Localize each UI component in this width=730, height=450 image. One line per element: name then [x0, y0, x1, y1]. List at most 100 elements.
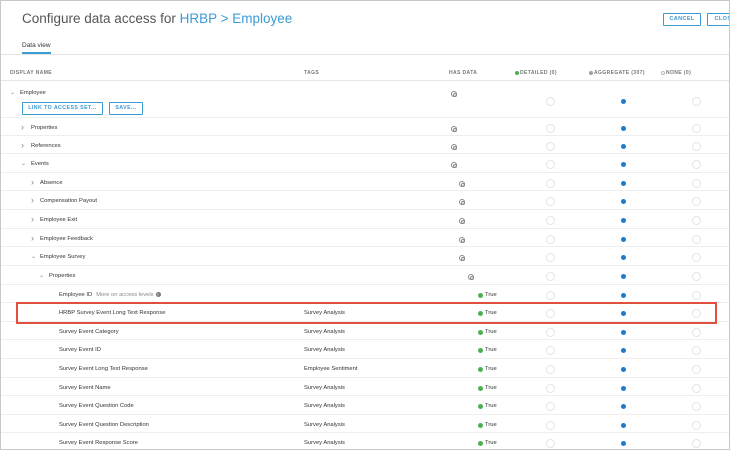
radio-none[interactable] — [692, 160, 701, 169]
radio-none[interactable] — [692, 384, 701, 393]
col-aggregate[interactable]: AGGREGATE (307) — [589, 70, 645, 76]
row-label-text: Absence — [40, 180, 63, 186]
help-icon[interactable]: ? — [155, 292, 161, 297]
radio-aggregate[interactable] — [619, 160, 628, 169]
tab-data-view[interactable]: Data view — [22, 42, 51, 54]
radio-aggregate[interactable] — [619, 97, 628, 106]
radio-detailed[interactable] — [546, 124, 555, 133]
has-data-icon — [468, 274, 474, 280]
radio-none[interactable] — [692, 253, 701, 262]
row-label: Properties — [31, 125, 57, 131]
radio-detailed[interactable] — [546, 291, 555, 300]
radio-detailed[interactable] — [546, 253, 555, 262]
col-aggregate-label: AGGREGATE (307) — [594, 70, 645, 76]
chevron-right-icon[interactable]: › — [31, 196, 34, 205]
radio-aggregate[interactable] — [619, 402, 628, 411]
chevron-right-icon[interactable]: › — [31, 178, 34, 187]
radio-detailed[interactable] — [546, 179, 555, 188]
table-row: › Properties — [1, 118, 729, 136]
radio-none[interactable] — [692, 197, 701, 206]
radio-aggregate[interactable] — [619, 384, 628, 393]
radio-aggregate[interactable] — [619, 291, 628, 300]
radio-detailed[interactable] — [546, 328, 555, 337]
radio-aggregate[interactable] — [619, 197, 628, 206]
radio-aggregate[interactable] — [619, 124, 628, 133]
chevron-down-icon[interactable]: ⌄ — [21, 160, 26, 168]
row-label-text: Survey Event Name — [59, 385, 111, 391]
has-data-icon — [451, 91, 457, 97]
table-row: ⌄ Events — [1, 154, 729, 173]
true-status-dot-icon — [478, 367, 483, 372]
radio-aggregate[interactable] — [619, 272, 628, 281]
radio-detailed[interactable] — [546, 439, 555, 448]
save-button[interactable]: SAVE... — [109, 102, 143, 115]
row-label-text: Events — [31, 161, 49, 167]
radio-none[interactable] — [692, 216, 701, 225]
radio-none[interactable] — [692, 97, 701, 106]
radio-aggregate[interactable] — [619, 365, 628, 374]
chevron-right-icon[interactable]: › — [21, 141, 24, 150]
radio-none[interactable] — [692, 439, 701, 448]
chevron-down-icon[interactable]: ⌄ — [10, 89, 15, 97]
radio-none[interactable] — [692, 142, 701, 151]
radio-none[interactable] — [692, 328, 701, 337]
radio-aggregate[interactable] — [619, 346, 628, 355]
radio-detailed[interactable] — [546, 235, 555, 244]
row-label-text: Survey Event Response Score — [59, 440, 138, 446]
radio-aggregate[interactable] — [619, 179, 628, 188]
radio-detailed[interactable] — [546, 160, 555, 169]
has-data-value: True — [485, 347, 497, 353]
close-button[interactable]: CLOSE — [707, 13, 729, 26]
col-detailed-label: DETAILED (0) — [520, 70, 557, 76]
col-has-data[interactable]: HAS DATA — [449, 70, 477, 76]
col-display-name[interactable]: DISPLAY NAME — [10, 70, 52, 76]
title-link[interactable]: HRBP > Employee — [180, 11, 293, 26]
radio-none[interactable] — [692, 365, 701, 374]
radio-none[interactable] — [692, 179, 701, 188]
table-row: Survey Event Question Description Survey … — [1, 415, 729, 433]
row-label: Employee Exit — [40, 217, 77, 223]
radio-aggregate[interactable] — [619, 421, 628, 430]
radio-aggregate[interactable] — [619, 142, 628, 151]
radio-detailed[interactable] — [546, 384, 555, 393]
radio-none[interactable] — [692, 291, 701, 300]
radio-none[interactable] — [692, 124, 701, 133]
radio-detailed[interactable] — [546, 346, 555, 355]
radio-detailed[interactable] — [546, 365, 555, 374]
link-to-access-set-button[interactable]: LINK TO ACCESS SET... — [22, 102, 103, 115]
radio-detailed[interactable] — [546, 272, 555, 281]
radio-none[interactable] — [692, 421, 701, 430]
chevron-down-icon[interactable]: ⌄ — [39, 272, 44, 280]
radio-detailed[interactable] — [546, 402, 555, 411]
radio-detailed[interactable] — [546, 97, 555, 106]
radio-aggregate[interactable] — [619, 216, 628, 225]
row-label: Survey Event Long Text Response — [59, 366, 148, 372]
radio-none[interactable] — [692, 346, 701, 355]
radio-aggregate[interactable] — [619, 235, 628, 244]
chevron-down-icon[interactable]: ⌄ — [31, 253, 36, 261]
radio-aggregate[interactable] — [619, 253, 628, 262]
chevron-right-icon[interactable]: › — [31, 234, 34, 243]
row-tag: Survey Analysis — [304, 403, 345, 409]
radio-detailed[interactable] — [546, 421, 555, 430]
col-detailed[interactable]: DETAILED (0) — [515, 70, 557, 76]
row-tag: Survey Analysis — [304, 385, 345, 391]
chevron-right-icon[interactable]: › — [21, 123, 24, 132]
radio-detailed[interactable] — [546, 216, 555, 225]
radio-none[interactable] — [692, 272, 701, 281]
chevron-right-icon[interactable]: › — [31, 215, 34, 224]
col-tags[interactable]: TAGS — [304, 70, 319, 76]
row-label: Employee ID More on access levels? — [59, 292, 161, 298]
cancel-button[interactable]: CANCEL — [663, 13, 701, 26]
col-none[interactable]: NONE (0) — [661, 70, 691, 76]
radio-aggregate[interactable] — [619, 439, 628, 448]
radio-detailed[interactable] — [546, 197, 555, 206]
access-levels-link[interactable]: More on access levels — [96, 292, 153, 298]
has-data-icon — [459, 237, 465, 243]
radio-detailed[interactable] — [546, 142, 555, 151]
radio-none[interactable] — [692, 235, 701, 244]
row-tag: Employee Sentiment — [304, 366, 358, 372]
radio-aggregate[interactable] — [619, 328, 628, 337]
row-label: Compensation Payout — [40, 198, 97, 204]
radio-none[interactable] — [692, 402, 701, 411]
